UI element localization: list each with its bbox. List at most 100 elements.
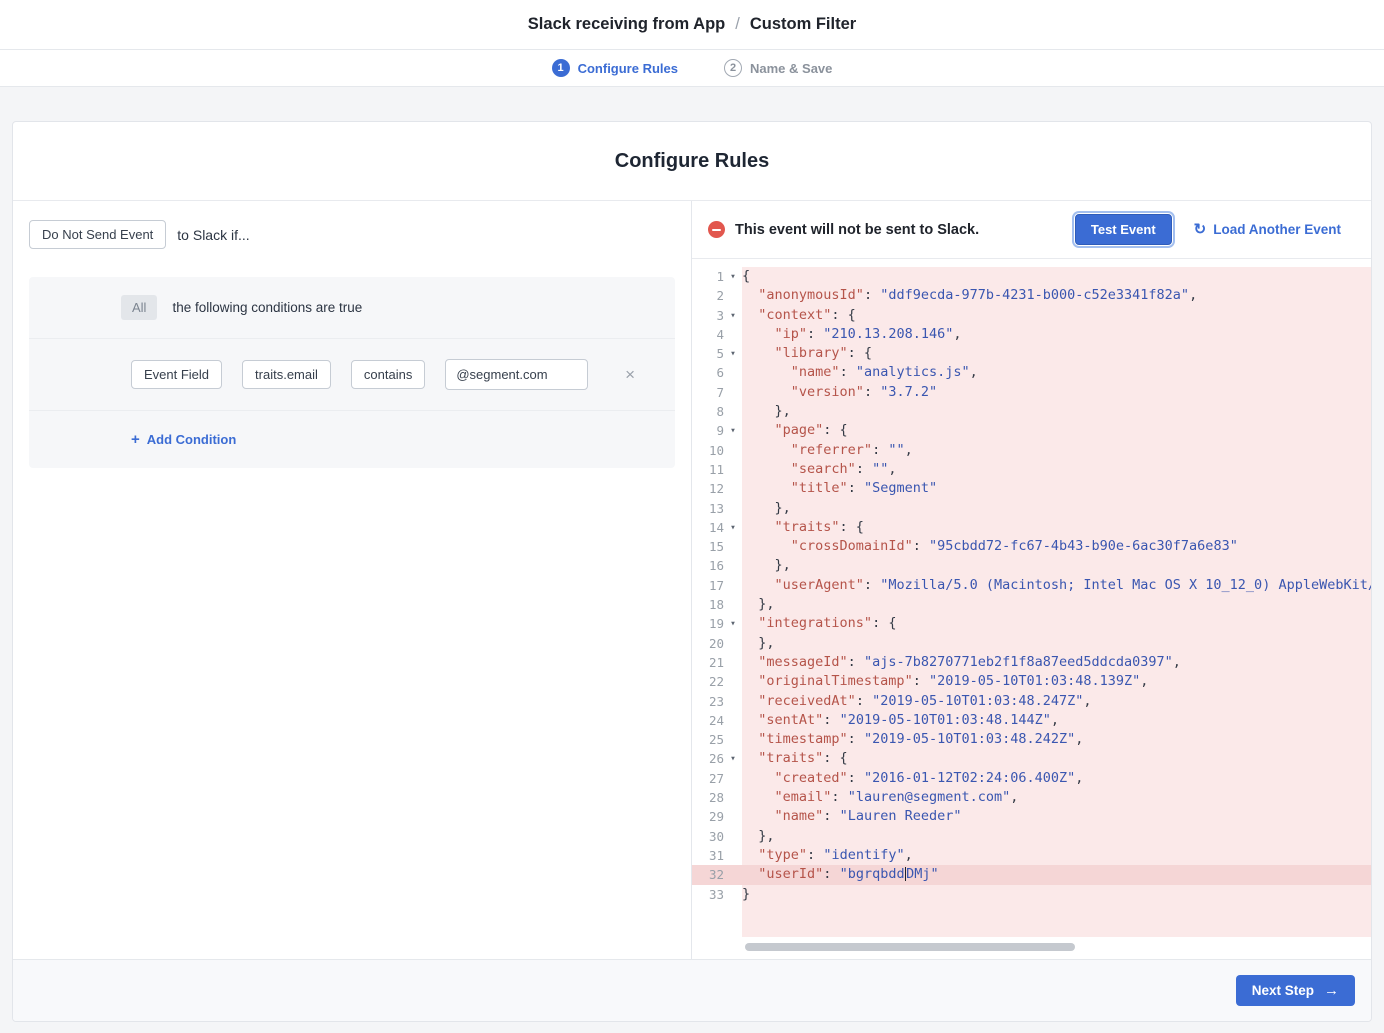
code-line-28[interactable]: 28 "email": "lauren@segment.com", (692, 788, 1371, 807)
line-number: 32 (692, 865, 724, 884)
line-gutter[interactable]: 3▾ (692, 306, 742, 325)
step-name-and-save[interactable]: 2 Name & Save (724, 59, 832, 77)
line-number: 4 (692, 325, 724, 344)
collapse-caret-icon[interactable]: ▾ (724, 421, 742, 440)
breadcrumb-destination[interactable]: Slack receiving from App (528, 15, 725, 34)
code-line-16[interactable]: 16 }, (692, 556, 1371, 575)
collapse-caret-icon[interactable]: ▾ (724, 614, 742, 633)
code-line-2[interactable]: 2 "anonymousId": "ddf9ecda-977b-4231-b00… (692, 286, 1371, 305)
horizontal-scrollbar-thumb[interactable] (745, 943, 1075, 951)
collapse-caret-empty (724, 846, 742, 865)
code-line-31[interactable]: 31 "type": "identify", (692, 846, 1371, 865)
condition-value-input[interactable] (445, 359, 588, 390)
code-line-5[interactable]: 5▾ "library": { (692, 344, 1371, 363)
code-line-18[interactable]: 18 }, (692, 595, 1371, 614)
line-gutter: 33 (692, 885, 742, 904)
add-condition-button[interactable]: + Add Condition (131, 432, 236, 447)
code-line-8[interactable]: 8 }, (692, 402, 1371, 421)
line-gutter: 22 (692, 672, 742, 691)
line-gutter: 27 (692, 769, 742, 788)
preview-header: This event will not be sent to Slack. Te… (692, 201, 1371, 259)
breadcrumb-current-page: Custom Filter (750, 15, 856, 34)
remove-condition-button[interactable]: × (621, 364, 639, 385)
code-line-14[interactable]: 14▾ "traits": { (692, 518, 1371, 537)
condition-field-path-button[interactable]: traits.email (242, 360, 331, 389)
test-event-button[interactable]: Test Event (1075, 214, 1172, 245)
collapse-caret-icon[interactable]: ▾ (724, 267, 742, 286)
code-line-30[interactable]: 30 }, (692, 827, 1371, 846)
code-line-15[interactable]: 15 "crossDomainId": "95cbdd72-fc67-4b43-… (692, 537, 1371, 556)
code-line-1[interactable]: 1▾{ (692, 267, 1371, 286)
card-footer: Next Step → (13, 959, 1371, 1021)
load-another-event-button[interactable]: ↻ Load Another Event (1194, 222, 1341, 237)
code-line-33[interactable]: 33} (692, 885, 1371, 904)
horizontal-scrollbar-track[interactable] (692, 937, 1371, 959)
code-line-6[interactable]: 6 "name": "analytics.js", (692, 363, 1371, 382)
code-line-text: }, (742, 499, 791, 518)
collapse-caret-icon[interactable]: ▾ (724, 518, 742, 537)
line-gutter[interactable]: 19▾ (692, 614, 742, 633)
line-gutter[interactable]: 5▾ (692, 344, 742, 363)
code-line-22[interactable]: 22 "originalTimestamp": "2019-05-10T01:0… (692, 672, 1371, 691)
line-number: 27 (692, 769, 724, 788)
code-line-text: "referrer": "", (742, 441, 913, 460)
match-mode-badge[interactable]: All (121, 295, 157, 320)
code-line-4[interactable]: 4 "ip": "210.13.208.146", (692, 325, 1371, 344)
condition-operator-button[interactable]: contains (351, 360, 425, 389)
code-line-27[interactable]: 27 "created": "2016-01-12T02:24:06.400Z"… (692, 769, 1371, 788)
collapse-caret-empty (724, 827, 742, 846)
condition-field-type-button[interactable]: Event Field (131, 360, 222, 389)
code-line-32[interactable]: 32 "userId": "bgrqbddDMj" (692, 865, 1371, 884)
code-line-17[interactable]: 17 "userAgent": "Mozilla/5.0 (Macintosh;… (692, 576, 1371, 595)
filter-action-button[interactable]: Do Not Send Event (29, 220, 166, 249)
code-line-24[interactable]: 24 "sentAt": "2019-05-10T01:03:48.144Z", (692, 711, 1371, 730)
line-number: 12 (692, 479, 724, 498)
code-line-13[interactable]: 13 }, (692, 499, 1371, 518)
line-number: 19 (692, 614, 724, 633)
line-gutter: 23 (692, 692, 742, 711)
code-line-3[interactable]: 3▾ "context": { (692, 306, 1371, 325)
code-line-26[interactable]: 26▾ "traits": { (692, 749, 1371, 768)
line-number: 8 (692, 402, 724, 421)
code-line-11[interactable]: 11 "search": "", (692, 460, 1371, 479)
collapse-caret-icon[interactable]: ▾ (724, 344, 742, 363)
line-gutter[interactable]: 1▾ (692, 267, 742, 286)
line-number: 20 (692, 634, 724, 653)
code-line-21[interactable]: 21 "messageId": "ajs-7b8270771eb2f1f8a87… (692, 653, 1371, 672)
collapse-caret-icon[interactable]: ▾ (724, 749, 742, 768)
code-line-19[interactable]: 19▾ "integrations": { (692, 614, 1371, 633)
collapse-caret-empty (724, 672, 742, 691)
event-status-text: This event will not be sent to Slack. (735, 222, 979, 238)
code-line-29[interactable]: 29 "name": "Lauren Reeder" (692, 807, 1371, 826)
line-gutter: 24 (692, 711, 742, 730)
code-line-7[interactable]: 7 "version": "3.7.2" (692, 383, 1371, 402)
breadcrumb-separator: / (735, 15, 740, 34)
line-number: 26 (692, 749, 724, 768)
code-line-text: }, (742, 402, 791, 421)
line-gutter[interactable]: 26▾ (692, 749, 742, 768)
line-number: 2 (692, 286, 724, 305)
code-line-9[interactable]: 9▾ "page": { (692, 421, 1371, 440)
line-gutter: 15 (692, 537, 742, 556)
line-gutter[interactable]: 9▾ (692, 421, 742, 440)
collapse-caret-empty (724, 730, 742, 749)
code-line-10[interactable]: 10 "referrer": "", (692, 441, 1371, 460)
step-configure-rules[interactable]: 1 Configure Rules (552, 59, 678, 77)
code-line-text: "sentAt": "2019-05-10T01:03:48.144Z", (742, 711, 1059, 730)
code-line-text: "messageId": "ajs-7b8270771eb2f1f8a87eed… (742, 653, 1181, 672)
collapse-caret-empty (724, 653, 742, 672)
line-number: 3 (692, 306, 724, 325)
line-number: 15 (692, 537, 724, 556)
collapse-caret-empty (724, 595, 742, 614)
collapse-caret-icon[interactable]: ▾ (724, 306, 742, 325)
code-line-12[interactable]: 12 "title": "Segment" (692, 479, 1371, 498)
code-line-text: }, (742, 634, 775, 653)
json-event-editor[interactable]: 1▾{2 "anonymousId": "ddf9ecda-977b-4231-… (692, 259, 1371, 937)
code-line-25[interactable]: 25 "timestamp": "2019-05-10T01:03:48.242… (692, 730, 1371, 749)
next-step-button[interactable]: Next Step → (1236, 975, 1355, 1006)
line-number: 11 (692, 460, 724, 479)
line-gutter[interactable]: 14▾ (692, 518, 742, 537)
code-line-text: "integrations": { (742, 614, 896, 633)
code-line-23[interactable]: 23 "receivedAt": "2019-05-10T01:03:48.24… (692, 692, 1371, 711)
code-line-20[interactable]: 20 }, (692, 634, 1371, 653)
